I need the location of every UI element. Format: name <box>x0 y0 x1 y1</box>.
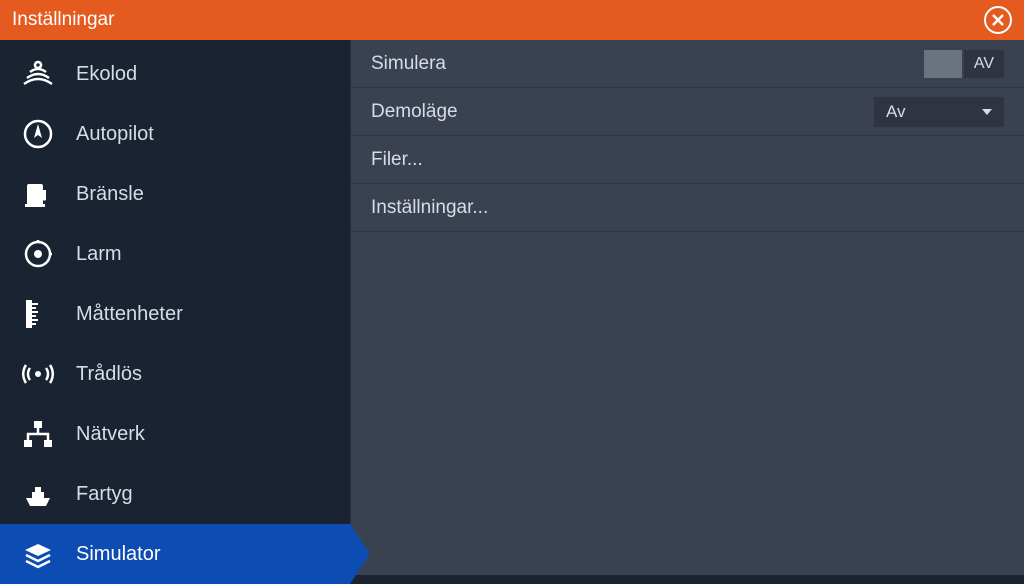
header: Inställningar <box>0 0 1024 40</box>
sidebar-item-label: Fartyg <box>76 483 133 506</box>
row-label: Inställningar... <box>371 197 488 219</box>
sidebar-item-label: Ekolod <box>76 63 137 86</box>
page-title: Inställningar <box>12 9 114 31</box>
row-label: Simulera <box>371 53 446 75</box>
network-icon <box>18 414 58 454</box>
sidebar-item-label: Simulator <box>76 543 160 566</box>
sonar-icon <box>18 54 58 94</box>
sidebar-item-tradlos[interactable]: Trådlös <box>0 344 350 404</box>
sidebar-item-ekolod[interactable]: Ekolod <box>0 44 350 104</box>
simulator-icon <box>18 534 58 574</box>
row-installningar[interactable]: Inställningar... <box>351 184 1024 232</box>
sidebar-item-bransle[interactable]: Bränsle <box>0 164 350 224</box>
dropdown-value: Av <box>886 102 906 122</box>
close-button[interactable] <box>984 6 1012 34</box>
row-simulera[interactable]: Simulera AV <box>351 40 1024 88</box>
row-label: Demoläge <box>371 101 458 123</box>
units-icon <box>18 294 58 334</box>
content: Ekolod Autopilot Bränsle Larm Måttenhete <box>0 40 1024 575</box>
row-label: Filer... <box>371 149 423 171</box>
wireless-icon <box>18 354 58 394</box>
autopilot-icon <box>18 114 58 154</box>
sidebar-item-label: Trådlös <box>76 363 142 386</box>
sidebar-item-label: Måttenheter <box>76 303 183 326</box>
toggle-state: AV <box>964 50 1004 78</box>
vessel-icon <box>18 474 58 514</box>
sidebar-item-mattenheter[interactable]: Måttenheter <box>0 284 350 344</box>
simulera-toggle[interactable]: AV <box>924 50 1004 78</box>
chevron-down-icon <box>978 103 996 121</box>
sidebar-item-label: Autopilot <box>76 123 154 146</box>
sidebar-item-fartyg[interactable]: Fartyg <box>0 464 350 524</box>
row-demolage[interactable]: Demoläge Av <box>351 88 1024 136</box>
sidebar-item-autopilot[interactable]: Autopilot <box>0 104 350 164</box>
main-panel: Simulera AV Demoläge Av Filer... Inställ… <box>350 40 1024 575</box>
sidebar-item-label: Larm <box>76 243 122 266</box>
sidebar-item-larm[interactable]: Larm <box>0 224 350 284</box>
fuel-icon <box>18 174 58 214</box>
row-filer[interactable]: Filer... <box>351 136 1024 184</box>
sidebar-item-natverk[interactable]: Nätverk <box>0 404 350 464</box>
alarm-icon <box>18 234 58 274</box>
close-icon <box>991 13 1005 27</box>
demolage-dropdown[interactable]: Av <box>874 97 1004 127</box>
toggle-track <box>924 50 962 78</box>
sidebar-item-simulator[interactable]: Simulator <box>0 524 350 584</box>
sidebar-item-label: Bränsle <box>76 183 144 206</box>
sidebar: Ekolod Autopilot Bränsle Larm Måttenhete <box>0 40 350 575</box>
sidebar-item-label: Nätverk <box>76 423 145 446</box>
